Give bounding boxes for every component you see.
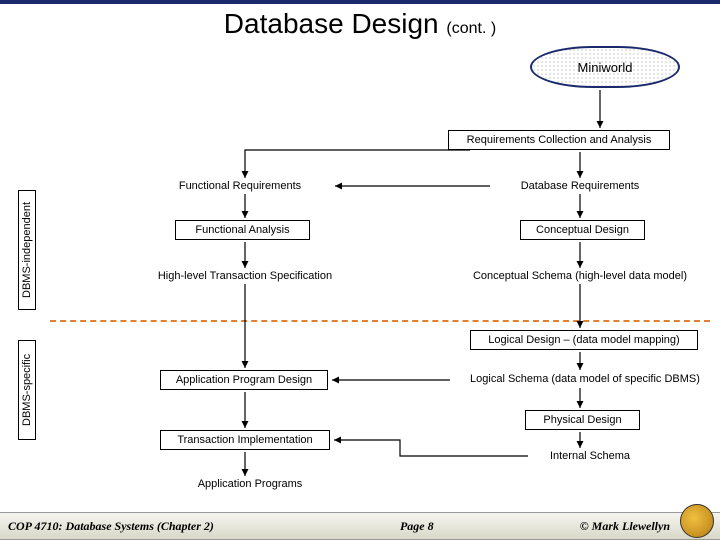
slide-title: Database Design (cont. ) (0, 8, 720, 40)
functional-req-label: Functional Requirements (179, 180, 301, 192)
req-collection-label: Requirements Collection and Analysis (467, 134, 652, 146)
dbms-specific-text: DBMS-specific (21, 354, 33, 426)
miniworld-node: Miniworld (530, 46, 680, 88)
functional-analysis-box: Functional Analysis (175, 220, 310, 240)
intschema-label: Internal Schema (550, 450, 630, 462)
hltrans-label: High-level Transaction Specification (158, 270, 332, 282)
functional-analysis-label: Functional Analysis (195, 224, 289, 236)
physical-design-box: Physical Design (525, 410, 640, 430)
intschema-text: Internal Schema (530, 450, 650, 462)
app-program-design-label: Application Program Design (176, 374, 312, 386)
footer-bar: COP 4710: Database Systems (Chapter 2) P… (0, 512, 720, 540)
dbms-independent-label: DBMS-independent (18, 190, 36, 310)
concschema-text: Conceptual Schema (high-level data model… (450, 270, 710, 282)
logical-design-box: Logical Design – (data model mapping) (470, 330, 698, 350)
conceptual-design-box: Conceptual Design (520, 220, 645, 240)
footer-left: COP 4710: Database Systems (Chapter 2) (0, 519, 214, 534)
dashed-divider (50, 320, 710, 322)
title-main: Database Design (224, 8, 439, 39)
hltrans-text: High-level Transaction Specification (140, 270, 350, 282)
trans-impl-box: Transaction Implementation (160, 430, 330, 450)
logical-design-label: Logical Design – (data model mapping) (488, 334, 679, 346)
physical-design-label: Physical Design (543, 414, 621, 426)
conceptual-design-label: Conceptual Design (536, 224, 629, 236)
top-accent-bar (0, 0, 720, 4)
db-req-label: Database Requirements (521, 180, 640, 192)
appprog-text: Application Programs (185, 478, 315, 490)
dbms-independent-text: DBMS-independent (21, 202, 33, 298)
miniworld-label: Miniworld (578, 60, 633, 75)
trans-impl-label: Transaction Implementation (177, 434, 312, 446)
logschema-text: Logical Schema (data model of specific D… (450, 373, 720, 385)
functional-req-text: Functional Requirements (150, 180, 330, 192)
footer-logo-icon (680, 504, 714, 538)
dbms-specific-label: DBMS-specific (18, 340, 36, 440)
req-collection-box: Requirements Collection and Analysis (448, 130, 670, 150)
title-cont: (cont. ) (446, 20, 496, 37)
appprog-label: Application Programs (198, 478, 303, 490)
logschema-label: Logical Schema (data model of specific D… (470, 373, 700, 385)
footer-center: Page 8 (214, 519, 580, 534)
db-req-text: Database Requirements (490, 180, 670, 192)
app-program-design-box: Application Program Design (160, 370, 328, 390)
concschema-label: Conceptual Schema (high-level data model… (473, 270, 687, 282)
